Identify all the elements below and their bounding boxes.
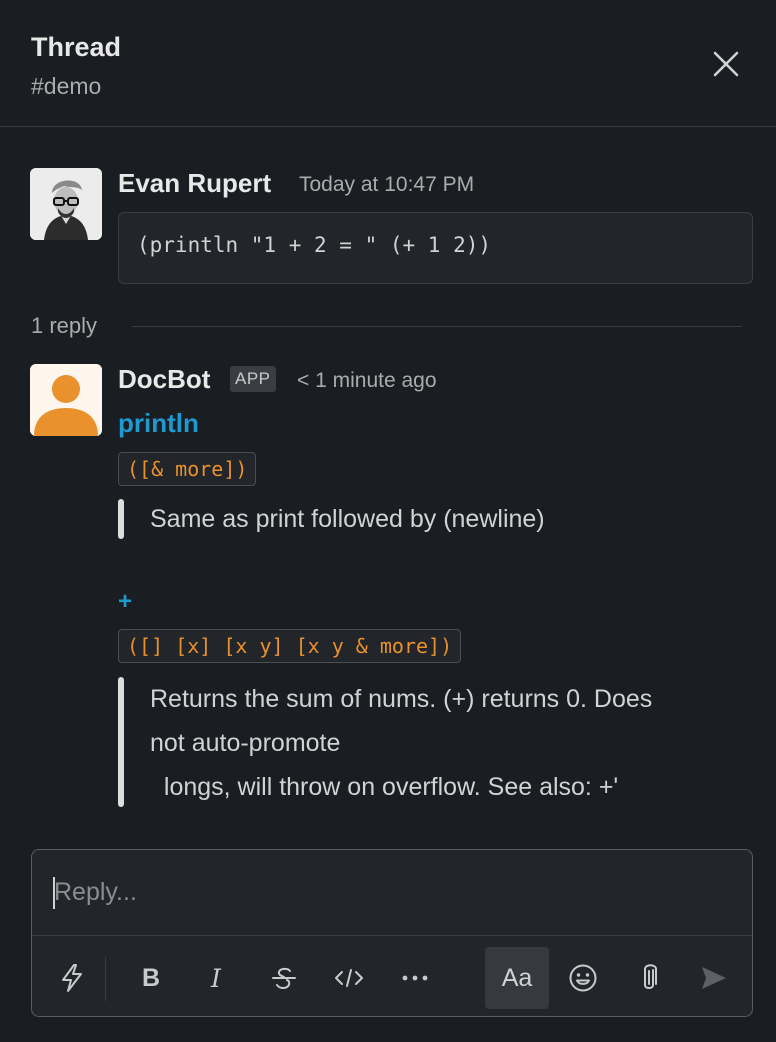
reply-count: 1 reply — [31, 313, 98, 338]
send-icon — [702, 967, 726, 989]
emoji-button[interactable] — [561, 947, 605, 1009]
strikethrough-icon — [272, 967, 296, 990]
app-badge: APP — [230, 366, 276, 392]
more-formatting-button[interactable] — [393, 947, 437, 1009]
shortcuts-button[interactable] — [50, 947, 94, 1009]
italic-button[interactable]: I — [194, 947, 238, 1009]
send-button[interactable] — [692, 947, 736, 1009]
code-button[interactable] — [327, 947, 371, 1009]
formatting-toggle-label: Aa — [501, 963, 533, 992]
message-author-docbot[interactable]: DocBot — [118, 364, 210, 395]
avatar-docbot[interactable] — [30, 364, 102, 436]
reply-divider — [132, 326, 742, 327]
toolbar-divider — [105, 957, 106, 1001]
bold-button[interactable]: B — [129, 947, 173, 1009]
doc-signature-println: ([& more]) — [118, 452, 257, 486]
italic-icon: I — [211, 963, 221, 993]
ellipsis-icon — [402, 975, 428, 981]
reply-placeholder: Reply... — [54, 878, 137, 906]
doc-link-println[interactable]: println — [118, 408, 199, 439]
quote-bar — [118, 677, 124, 807]
formatting-toggle-button[interactable]: Aa — [485, 947, 549, 1009]
paperclip-icon — [644, 964, 657, 989]
avatar-evan-rupert[interactable] — [30, 168, 102, 240]
reply-input[interactable]: Reply... — [32, 850, 752, 936]
doc-description-line: longs, will throw on overflow. See also:… — [150, 773, 619, 801]
lightning-icon — [62, 964, 82, 992]
bold-icon: B — [141, 963, 161, 992]
doc-description-line: not auto-promote — [150, 729, 341, 757]
close-thread-button[interactable] — [705, 44, 747, 86]
doc-link-plus[interactable]: + — [118, 588, 132, 616]
doc-description-line: Returns the sum of nums. (+) returns 0. … — [150, 685, 653, 713]
code-icon — [335, 969, 363, 987]
doc-signature-plus: ([] [x] [x y] [x y & more]) — [118, 629, 462, 663]
close-icon — [713, 51, 739, 77]
message-timestamp-docbot[interactable]: < 1 minute ago — [297, 369, 437, 393]
message-author-evan[interactable]: Evan Rupert — [118, 168, 271, 199]
strikethrough-button[interactable] — [262, 947, 306, 1009]
reply-composer: Reply... B I Aa — [31, 849, 753, 1017]
thread-channel-link[interactable]: #demo — [31, 73, 101, 100]
doc-description-line: Same as print followed by (newline) — [150, 505, 545, 533]
quote-bar — [118, 499, 124, 539]
attach-file-button[interactable] — [627, 947, 671, 1009]
text-caret — [53, 877, 55, 909]
default-user-icon — [30, 364, 102, 436]
message-timestamp-evan[interactable]: Today at 10:47 PM — [299, 173, 474, 197]
thread-header: Thread #demo — [0, 0, 776, 127]
user-photo-icon — [30, 168, 102, 240]
message-code-block: (println "1 + 2 = " (+ 1 2)) — [118, 212, 753, 284]
smiley-icon — [569, 964, 597, 992]
thread-title: Thread — [31, 32, 122, 62]
